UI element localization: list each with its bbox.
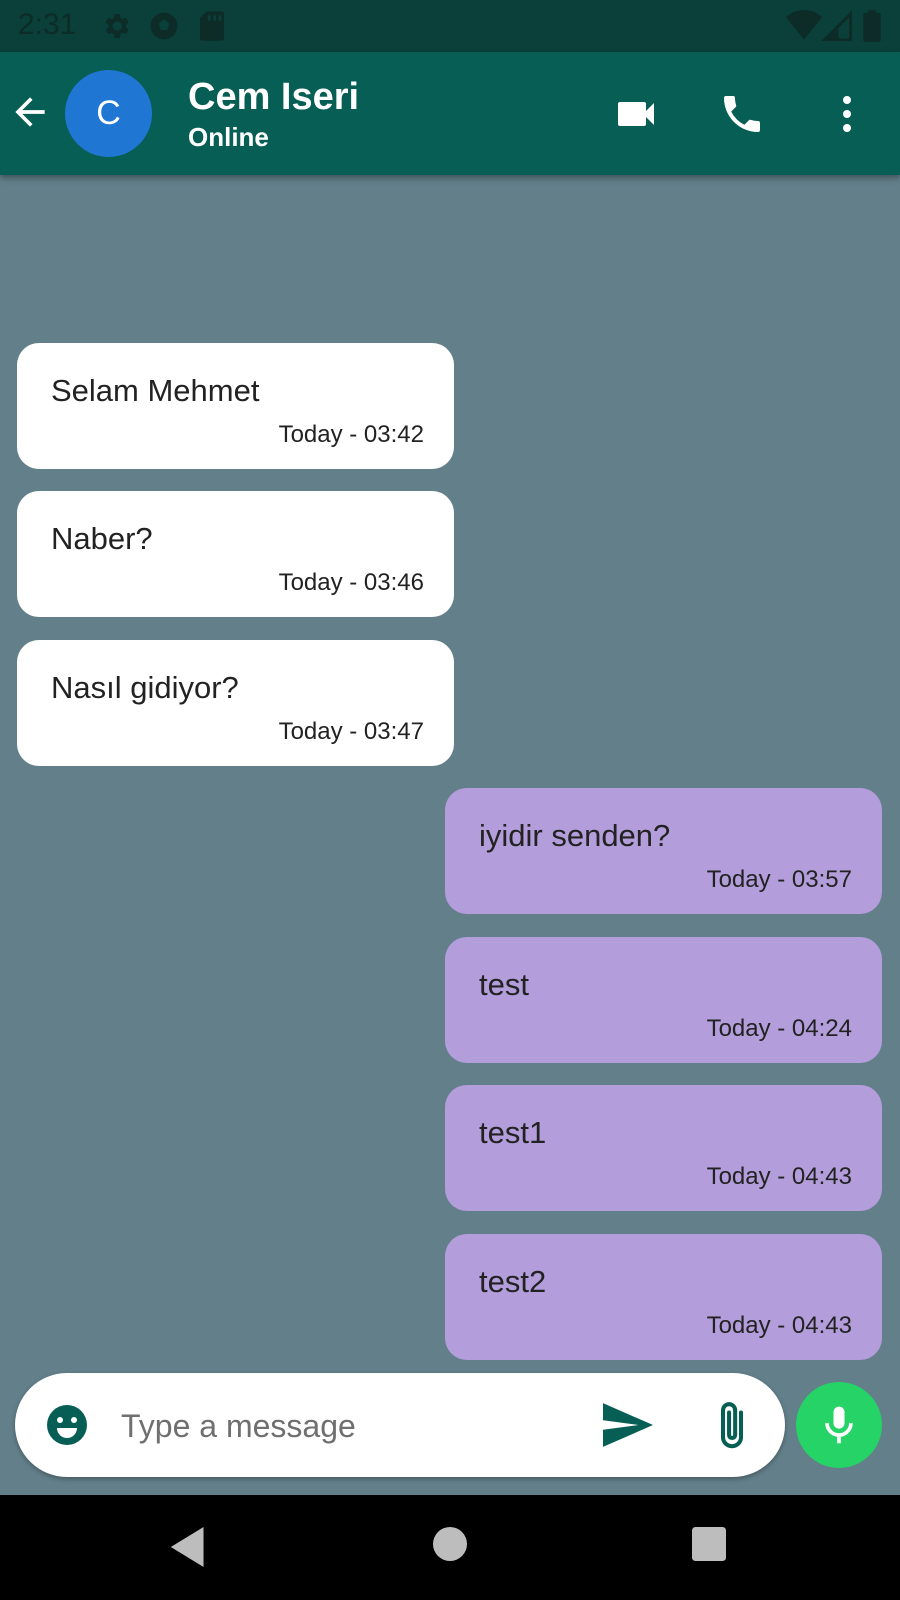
message-text: test2 — [479, 1264, 547, 1299]
attach-icon[interactable] — [712, 1399, 752, 1458]
message-time: Today - 04:43 — [706, 1163, 852, 1190]
message-time: Today - 03:47 — [278, 718, 424, 745]
signal-icon — [821, 10, 852, 47]
message-composer — [15, 1373, 785, 1477]
message-text: Selam Mehmet — [51, 373, 260, 408]
message-bubble-outgoing[interactable]: test2 Today - 04:43 — [445, 1234, 882, 1360]
message-text: Nasıl gidiyor? — [51, 670, 239, 705]
contact-name[interactable]: Cem Iseri — [188, 76, 359, 119]
more-vert-icon[interactable] — [823, 90, 871, 143]
status-bar: 2:31 — [0, 0, 900, 52]
nav-home-icon[interactable] — [433, 1527, 467, 1566]
soccer-ball-icon — [148, 10, 180, 47]
nav-back-icon[interactable] — [170, 1527, 208, 1572]
message-text: test — [479, 967, 529, 1002]
message-time: Today - 03:57 — [706, 866, 852, 893]
message-text: test1 — [479, 1115, 547, 1150]
mic-button[interactable] — [796, 1382, 882, 1468]
message-input[interactable] — [119, 1395, 563, 1457]
emoji-icon[interactable] — [43, 1401, 91, 1454]
send-icon[interactable] — [603, 1403, 653, 1452]
message-time: Today - 04:24 — [706, 1015, 852, 1042]
contact-status: Online — [188, 122, 269, 152]
avatar[interactable]: C — [65, 70, 152, 157]
system-nav-bar — [0, 1495, 900, 1600]
chat-header: C Cem Iseri Online — [0, 52, 900, 175]
settings-icon — [100, 10, 132, 47]
message-bubble-incoming[interactable]: Naber? Today - 03:46 — [17, 491, 454, 617]
mic-icon — [825, 1406, 853, 1444]
message-list[interactable]: Selam Mehmet Today - 03:42 Naber? Today … — [0, 175, 900, 1375]
nav-recents-icon[interactable] — [692, 1527, 726, 1566]
message-bubble-outgoing[interactable]: test1 Today - 04:43 — [445, 1085, 882, 1211]
message-bubble-outgoing[interactable]: iyidir senden? Today - 03:57 — [445, 788, 882, 914]
message-time: Today - 04:43 — [706, 1312, 852, 1339]
wifi-icon — [786, 10, 822, 47]
message-text: Naber? — [51, 521, 153, 556]
message-time: Today - 03:42 — [278, 421, 424, 448]
message-bubble-outgoing[interactable]: test Today - 04:24 — [445, 937, 882, 1063]
status-time: 2:31 — [18, 8, 77, 41]
phone-icon[interactable] — [718, 90, 766, 143]
message-bubble-incoming[interactable]: Nasıl gidiyor? Today - 03:47 — [17, 640, 454, 766]
message-bubble-incoming[interactable]: Selam Mehmet Today - 03:42 — [17, 343, 454, 469]
message-time: Today - 03:46 — [278, 569, 424, 596]
message-text: iyidir senden? — [479, 818, 671, 853]
video-call-icon[interactable] — [612, 90, 660, 143]
battery-icon — [862, 10, 882, 47]
back-arrow-icon[interactable] — [8, 90, 52, 134]
sd-card-icon — [198, 10, 226, 47]
